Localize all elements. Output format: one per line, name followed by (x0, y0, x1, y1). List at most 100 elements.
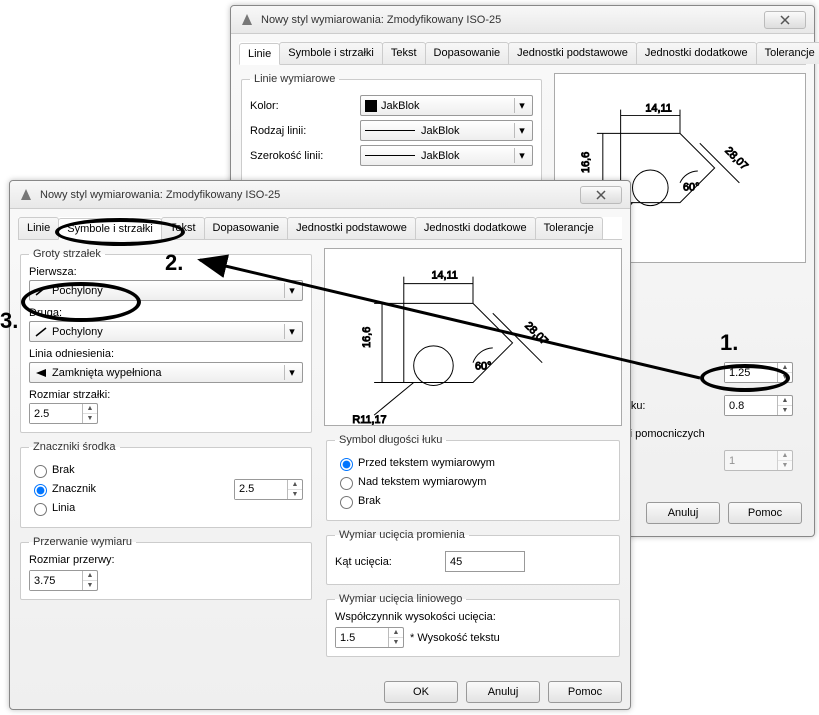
svg-text:14,11: 14,11 (645, 103, 671, 115)
chevron-down-icon: ▾ (514, 148, 529, 163)
dialog-symbole: Nowy styl wymiarowania: Zmodyfikowany IS… (9, 180, 631, 710)
app-icon (239, 12, 255, 28)
help-button[interactable]: Pomoc (728, 502, 802, 524)
down-arrow-icon[interactable]: ▼ (83, 414, 97, 423)
group-label: Wymiar ucięcia promienia (335, 529, 469, 541)
up-arrow-icon[interactable]: ▲ (778, 363, 792, 373)
kat-label: Kąt ucięcia: (335, 556, 445, 568)
szerokosc-value: JakBlok (421, 150, 460, 162)
group-label: Symbol długości łuku (335, 434, 446, 446)
up-arrow-icon[interactable]: ▲ (83, 404, 97, 414)
cancel-button[interactable]: Anuluj (646, 502, 720, 524)
svg-text:60°: 60° (683, 182, 699, 194)
group-label: Groty strzałek (29, 248, 105, 260)
up-arrow-icon[interactable]: ▲ (778, 396, 792, 406)
down-arrow-icon[interactable]: ▼ (778, 406, 792, 415)
tab-strip: Linie Symbole i strzałki Tekst Dopasowan… (239, 42, 806, 65)
radio-przed[interactable] (340, 458, 353, 471)
spinner-row1[interactable]: ▲▼ (724, 362, 793, 383)
chevron-down-icon: ▾ (284, 365, 299, 380)
znacznik-input[interactable] (235, 480, 287, 499)
pierwsza-combo[interactable]: Pochylony ▾ (29, 280, 303, 301)
close-button[interactable] (580, 186, 622, 204)
szerokosc-combo[interactable]: JakBlok ▾ (360, 145, 533, 166)
oblique-arrow-icon (34, 285, 48, 297)
przerwa-spinner[interactable]: ▲▼ (29, 570, 98, 591)
down-arrow-icon: ▼ (778, 461, 792, 470)
kat-input[interactable] (445, 551, 525, 572)
down-arrow-icon[interactable]: ▼ (389, 638, 403, 647)
down-arrow-icon[interactable]: ▼ (288, 490, 302, 499)
przerwa-label: Rozmiar przerwy: (29, 554, 303, 566)
druga-combo[interactable]: Pochylony ▾ (29, 321, 303, 342)
spinner-row2-input[interactable] (725, 396, 777, 415)
help-button[interactable]: Pomoc (548, 681, 622, 703)
tab-jedn-dodat[interactable]: Jednostki dodatkowe (636, 42, 757, 64)
tab-jedn-podst[interactable]: Jednostki podstawowe (287, 217, 416, 239)
down-arrow-icon[interactable]: ▼ (778, 373, 792, 382)
wys-tekstu-label: * Wysokość tekstu (410, 632, 500, 644)
group-label: Wymiar ucięcia liniowego (335, 593, 466, 605)
linia-odn-value: Zamknięta wypełniona (52, 367, 161, 379)
rodzaj-combo[interactable]: JakBlok ▾ (360, 120, 533, 141)
tab-strip: Linie Symbole i strzałki Tekst Dopasowan… (18, 217, 622, 240)
up-arrow-icon[interactable]: ▲ (389, 628, 403, 638)
down-arrow-icon[interactable]: ▼ (83, 581, 97, 590)
tab-tolerancje[interactable]: Tolerancje (756, 42, 819, 64)
spinner-row2[interactable]: ▲▼ (724, 395, 793, 416)
znacznik-spinner[interactable]: ▲▼ (234, 479, 303, 500)
rozmiar-input[interactable] (30, 404, 82, 423)
tab-jedn-podst[interactable]: Jednostki podstawowe (508, 42, 637, 64)
dialog-title: Nowy styl wymiarowania: Zmodyfikowany IS… (261, 14, 760, 26)
ok-button[interactable]: OK (384, 681, 458, 703)
radio-nad[interactable] (340, 477, 353, 490)
up-arrow-icon[interactable]: ▲ (83, 571, 97, 581)
svg-text:16,6: 16,6 (361, 327, 373, 348)
kolor-label: Kolor: (250, 100, 360, 112)
tab-linie[interactable]: Linie (239, 43, 280, 65)
przerwa-input[interactable] (30, 571, 82, 590)
group-liniowe: Wymiar ucięcia liniowego Współczynnik wy… (326, 593, 620, 657)
closed-filled-arrow-icon (34, 367, 48, 379)
kolor-combo[interactable]: JakBlok ▾ (360, 95, 533, 116)
color-swatch-icon (365, 100, 377, 112)
titlebar[interactable]: Nowy styl wymiarowania: Zmodyfikowany IS… (10, 181, 630, 209)
titlebar[interactable]: Nowy styl wymiarowania: Zmodyfikowany IS… (231, 6, 814, 34)
rozmiar-label: Rozmiar strzałki: (29, 389, 303, 401)
druga-label: Druga: (29, 307, 303, 319)
wsp-spinner[interactable]: ▲▼ (335, 627, 404, 648)
group-label: Przerwanie wymiaru (29, 536, 136, 548)
up-arrow-icon[interactable]: ▲ (288, 480, 302, 490)
radio-sym-brak[interactable] (340, 496, 353, 509)
cancel-button[interactable]: Anuluj (466, 681, 540, 703)
rozmiar-spinner[interactable]: ▲▼ (29, 403, 98, 424)
tab-jedn-dodat[interactable]: Jednostki dodatkowe (415, 217, 536, 239)
button-bar: OK Anuluj Pomoc (10, 673, 630, 711)
group-uciecie: Wymiar ucięcia promienia Kąt ucięcia: (326, 529, 620, 585)
tab-symbole[interactable]: Symbole i strzałki (58, 218, 162, 240)
chevron-down-icon: ▾ (284, 283, 299, 298)
spinner-row3[interactable]: ▲▼ (724, 450, 793, 471)
tab-linie[interactable]: Linie (18, 217, 59, 239)
tab-tolerancje[interactable]: Tolerancje (535, 217, 603, 239)
wsp-input[interactable] (336, 628, 388, 647)
tab-dopasowanie[interactable]: Dopasowanie (425, 42, 510, 64)
radio-linia[interactable] (34, 503, 47, 516)
radio-znacznik[interactable] (34, 484, 47, 497)
close-button[interactable] (764, 11, 806, 29)
group-przerwanie: Przerwanie wymiaru Rozmiar przerwy: ▲▼ (20, 536, 312, 600)
linia-odn-combo[interactable]: Zamknięta wypełniona ▾ (29, 362, 303, 383)
tab-symbole[interactable]: Symbole i strzałki (279, 42, 383, 64)
tab-tekst[interactable]: Tekst (382, 42, 426, 64)
group-znaczniki: Znaczniki środka Brak Znacznik Linia ▲▼ (20, 441, 312, 528)
druga-value: Pochylony (52, 326, 103, 338)
spinner-row1-input[interactable] (725, 363, 777, 382)
tab-tekst[interactable]: Tekst (161, 217, 205, 239)
wsp-label: Współczynnik wysokości ucięcia: (335, 611, 611, 623)
group-label: Znaczniki środka (29, 441, 120, 453)
linetype-swatch-icon (365, 130, 415, 131)
pierwsza-label: Pierwsza: (29, 266, 303, 278)
radio-brak[interactable] (34, 465, 47, 478)
tab-dopasowanie[interactable]: Dopasowanie (204, 217, 289, 239)
group-label: Linie wymiarowe (250, 73, 339, 85)
